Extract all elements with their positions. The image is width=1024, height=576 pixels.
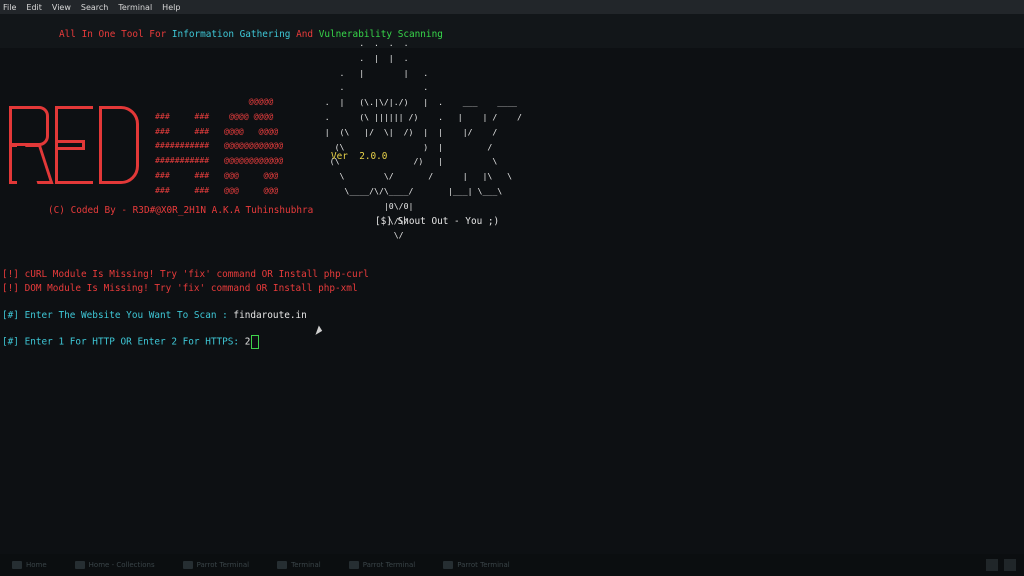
folder-icon: [12, 561, 22, 569]
website-input-value[interactable]: findaroute.in: [233, 310, 306, 321]
curl-missing-warning: [!] cURL Module Is Missing! Try 'fix' co…: [2, 269, 369, 280]
workspace-icon[interactable]: [986, 559, 998, 571]
menu-view[interactable]: View: [52, 3, 71, 12]
menu-bar: File Edit View Search Terminal Help: [0, 0, 1024, 14]
terminal-output[interactable]: All In One Tool For Information Gatherin…: [0, 14, 1024, 554]
version-line: Ver 2.0.0: [331, 151, 388, 162]
menu-search[interactable]: Search: [81, 3, 108, 12]
terminal-icon: [277, 561, 288, 569]
terminal-icon: [348, 561, 359, 569]
protocol-input-value[interactable]: 2: [245, 337, 251, 348]
menu-help[interactable]: Help: [162, 3, 180, 12]
red-logo: [9, 106, 139, 186]
system-tray: [986, 559, 1016, 571]
taskbar-item[interactable]: Parrot Terminal: [182, 561, 249, 569]
taskbar-item[interactable]: Home - Collections: [74, 561, 155, 569]
taskbar: Home Home - Collections Parrot Terminal …: [0, 554, 1024, 576]
menu-file[interactable]: File: [3, 3, 16, 12]
shoutout-line: [$] Shout Out - You ;): [375, 216, 500, 227]
menu-terminal[interactable]: Terminal: [118, 3, 152, 12]
terminal-icon: [443, 561, 454, 569]
taskbar-item[interactable]: Parrot Terminal: [348, 561, 415, 569]
ascii-art-red: @@@@@ ### ### @@@@ @@@@ ### ### @@@@ @@@…: [155, 96, 284, 195]
terminal-icon: [182, 561, 193, 569]
text-cursor: [251, 335, 260, 349]
dom-missing-warning: [!] DOM Module Is Missing! Try 'fix' com…: [2, 283, 358, 294]
menu-edit[interactable]: Edit: [26, 3, 42, 12]
ascii-art-hawk: . . . . . | | . . | | . . . . | (\.|\/|.…: [324, 38, 522, 241]
taskbar-item-active[interactable]: Parrot Terminal: [443, 561, 510, 569]
workspace-icon[interactable]: [1004, 559, 1016, 571]
taskbar-item[interactable]: Terminal: [277, 561, 321, 569]
folder-icon: [74, 561, 85, 569]
protocol-prompt-line: [#] Enter 1 For HTTP OR Enter 2 For HTTP…: [2, 335, 260, 349]
website-prompt-line: [#] Enter The Website You Want To Scan :…: [2, 310, 307, 321]
taskbar-item[interactable]: Home: [12, 561, 47, 569]
credit-line: (C) Coded By - R3D#@X0R_2H1N A.K.A Tuhin…: [48, 205, 314, 216]
